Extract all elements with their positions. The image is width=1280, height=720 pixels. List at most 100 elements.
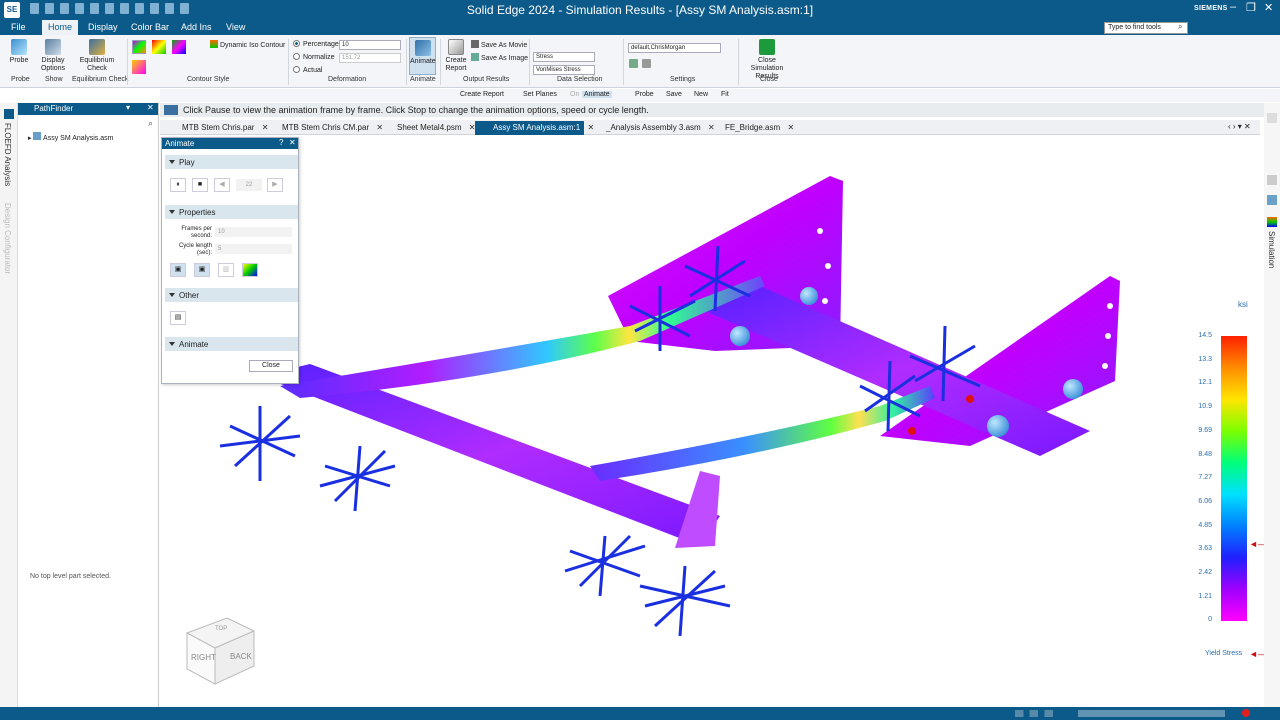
simulation-tab[interactable]: Simulation (1267, 231, 1276, 268)
percentage-radio[interactable]: Percentage (293, 40, 339, 48)
equilibrium-icon (89, 39, 105, 55)
ball-marker (730, 326, 750, 346)
record-icon[interactable] (1242, 709, 1250, 717)
contour-style-4-icon[interactable] (132, 60, 146, 74)
tab-analysis-assembly[interactable]: _Analysis Assembly 3.asm ✕ (588, 121, 715, 135)
frame-counter[interactable]: 22 (236, 179, 262, 191)
tool-icon[interactable] (1267, 113, 1277, 123)
close-icon[interactable]: ✕ (787, 123, 794, 132)
status-tools[interactable] (1015, 710, 1225, 717)
menu-add-ins[interactable]: Add Ins (181, 22, 212, 32)
floefd-tab[interactable]: FLOEFD Analysis (3, 123, 12, 186)
graphics-viewport[interactable]: RIGHT BACK TOP (160, 136, 1264, 707)
section-properties[interactable]: Properties (165, 205, 298, 219)
contour-style-2-icon[interactable] (152, 40, 166, 54)
design-configurator-tab[interactable]: Design Configurator (3, 203, 12, 274)
tab-assy-sm-analysis[interactable]: Assy SM Analysis.asm:1 ✕ (475, 121, 594, 135)
save-as-image-button[interactable]: Save As Image (471, 53, 528, 62)
settings-select[interactable]: default,ChrisMorgan (628, 43, 721, 53)
help-icon[interactable]: ? (279, 138, 283, 147)
close-icon[interactable]: ✕ (147, 103, 154, 112)
expand-icon[interactable]: ▸ (28, 135, 32, 142)
search-icon[interactable]: ⌕ (1178, 22, 1182, 32)
cmd-fit[interactable]: Fit (721, 91, 729, 98)
cmd-save[interactable]: Save (666, 91, 682, 98)
right-dock-strip: Simulation (1264, 103, 1280, 707)
cmd-set-planes[interactable]: Set Planes (523, 91, 557, 98)
tab-mtb-stem[interactable]: MTB Stem Chris.par ✕ (164, 121, 268, 135)
display-options-icon (45, 39, 61, 55)
tab-sheet-metal[interactable]: Sheet Metal4.psm ✕ (379, 121, 475, 135)
save-movie-icon[interactable]: ▤ (170, 311, 186, 325)
cmd-animate[interactable]: Animate (582, 91, 612, 98)
result-type-select[interactable]: Stress (533, 52, 595, 62)
dialog-title: Animate (165, 139, 195, 148)
stop-button[interactable]: ■ (192, 178, 208, 192)
tool-icon[interactable] (1267, 175, 1277, 185)
menu-home[interactable]: Home (42, 20, 79, 35)
pause-button[interactable]: ⏸ (170, 178, 186, 192)
next-frame-button[interactable]: ▶ (267, 178, 283, 192)
cmd-probe[interactable]: Probe (635, 91, 654, 98)
contour-style-1-icon[interactable] (132, 40, 146, 54)
close-icon[interactable]: ✕ (1264, 1, 1273, 14)
animate-button[interactable]: Animate (409, 37, 436, 75)
section-other[interactable]: Other (165, 288, 298, 302)
tab-mtb-stem-cm[interactable]: MTB Stem Chris CM.par ✕ (264, 121, 383, 135)
floefd-icon[interactable] (4, 109, 14, 119)
normalize-radio[interactable]: Normalize (293, 53, 335, 61)
tab-fe-bridge[interactable]: FE_Bridge.asm ✕ (707, 121, 794, 135)
dynamic-iso-contour-button[interactable]: Dynamic Iso Contour (210, 40, 285, 49)
viewcube-top-label: TOP (215, 626, 227, 632)
color-bar[interactable] (1221, 336, 1247, 621)
equilibrium-check-button[interactable]: Equilibrium Check (78, 39, 116, 73)
ball-marker (800, 287, 818, 305)
search-input[interactable]: Type to find tools (1104, 22, 1188, 34)
close-simulation-results-button[interactable]: Close Simulation Results (742, 39, 792, 81)
settings-save-icon[interactable] (629, 59, 638, 68)
probe-button[interactable]: Probe (6, 39, 32, 65)
tab-scroll-icons[interactable]: ‹ › ▾ ✕ (1228, 122, 1251, 131)
menu-file[interactable]: File (11, 22, 26, 32)
cmd-create-report[interactable]: Create Report (460, 91, 504, 98)
probe-icon (11, 39, 27, 55)
option-2-button[interactable]: ▣ (194, 263, 210, 277)
close-icon[interactable]: ✕ (289, 138, 296, 147)
display-options-button[interactable]: Display Options (38, 39, 68, 73)
cycle-length-input[interactable]: 5 (215, 244, 292, 254)
fps-input[interactable]: 10 (215, 227, 292, 237)
search-icon[interactable]: ⌕ (148, 118, 153, 129)
simulation-icon[interactable] (1267, 217, 1277, 227)
save-as-movie-button[interactable]: Save As Movie (471, 40, 527, 49)
minimize-icon[interactable]: – (1230, 1, 1236, 13)
create-report-button[interactable]: Create Report (443, 39, 469, 73)
dialog-close-button[interactable]: Close (249, 360, 293, 372)
actual-radio[interactable]: Actual (293, 66, 322, 74)
animate-dialog: Animate? ✕ Play ⏸ ■ ◀ 22 ▶ Properties Fra… (161, 137, 299, 384)
tree-item[interactable]: ▸ Assy SM Analysis.asm (28, 132, 113, 142)
section-animate[interactable]: Animate (165, 337, 298, 351)
option-1-button[interactable]: ▣ (170, 263, 186, 277)
menu-display[interactable]: Display (88, 22, 118, 32)
option-4-button[interactable] (242, 263, 258, 277)
legend-tick: 10.9 (1198, 403, 1212, 411)
section-play[interactable]: Play (165, 155, 298, 169)
group-data-label: Data Selection (557, 76, 603, 83)
previous-frame-button[interactable]: ◀ (214, 178, 230, 192)
stress-model[interactable]: RIGHT BACK TOP (160, 136, 1264, 707)
menu-view[interactable]: View (226, 22, 245, 32)
contour-style-3-icon[interactable] (172, 40, 186, 54)
normalize-input[interactable]: 151.72 (339, 53, 401, 63)
result-component-select[interactable]: VonMises Stress (533, 65, 595, 75)
settings-delete-icon[interactable] (642, 59, 651, 68)
tool-icon[interactable] (1267, 195, 1277, 205)
cmd-new[interactable]: New (694, 91, 708, 98)
viewcube[interactable]: RIGHT BACK TOP (185, 617, 256, 685)
option-3-button[interactable]: ▥ (218, 263, 234, 277)
maximize-icon[interactable]: ❐ (1246, 1, 1256, 14)
pin-icon[interactable]: ▾ (126, 103, 130, 112)
menu-color-bar[interactable]: Color Bar (131, 22, 169, 32)
percentage-input[interactable]: 10 (339, 40, 401, 50)
ball-marker (987, 415, 1009, 437)
cmd-on[interactable]: On (570, 91, 579, 98)
